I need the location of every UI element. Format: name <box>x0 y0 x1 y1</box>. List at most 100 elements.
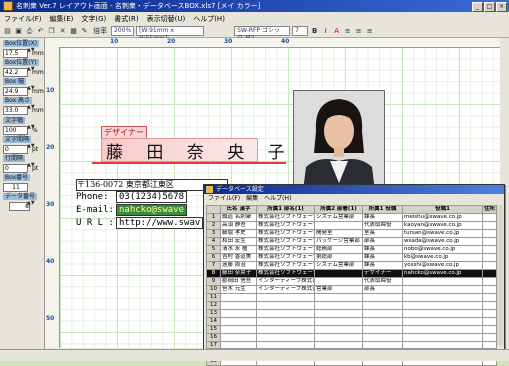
table-cell[interactable]: 課長 <box>362 213 403 222</box>
table-cell[interactable] <box>482 261 497 270</box>
table-cell[interactable]: kaoyan@swave.co.jp <box>402 221 483 230</box>
table-cell[interactable] <box>482 277 497 286</box>
table-cell[interactable] <box>482 221 497 230</box>
table-cell[interactable]: 総務部 <box>314 245 363 254</box>
table-row[interactable]: 10笹木 元生インターディーブ株式会社営業部部長 <box>206 285 497 294</box>
table-cell[interactable] <box>482 213 497 222</box>
table-cell[interactable]: nobo@swave.co.jp <box>402 245 483 254</box>
name-box[interactable]: 藤 田 奈 央 子 <box>101 138 285 163</box>
table-cell[interactable] <box>482 325 497 334</box>
box-width-input[interactable]: 24.9 <box>3 87 28 96</box>
menu-text[interactable]: 文字(G) <box>77 14 110 24</box>
table-row[interactable]: 6 吉村 香道美 株式会社ソフトウェーブ 第総部 課長 kb@swave.co.jp <box>206 253 497 262</box>
close-button[interactable]: × <box>496 2 507 12</box>
table-row[interactable]: 13 <box>206 309 497 318</box>
box-y-input[interactable]: 42.2 <box>3 68 28 77</box>
table-cell[interactable]: 株式会社ソフトウェーブ <box>256 245 315 254</box>
table-cell[interactable] <box>256 293 315 302</box>
table-cell[interactable]: 郡岡田 信吾 <box>220 277 257 286</box>
column-header[interactable] <box>206 205 221 214</box>
column-header[interactable]: 所属1 役職 <box>362 205 403 214</box>
table-cell[interactable] <box>362 293 403 302</box>
table-cell[interactable] <box>482 229 497 238</box>
table-cell[interactable] <box>402 285 483 294</box>
table-cell[interactable]: 藤堀 孝史 <box>220 229 257 238</box>
table-cell[interactable]: 部長 <box>362 237 403 246</box>
save-icon[interactable]: ▣ <box>14 27 23 36</box>
column-header[interactable]: 住所1 E-mail <box>482 205 497 214</box>
table-cell[interactable] <box>362 325 403 334</box>
table-cell[interactable]: 藤田 奈央子 <box>220 269 257 278</box>
table-cell[interactable] <box>314 221 363 230</box>
table-cell[interactable] <box>482 285 497 294</box>
table-cell[interactable] <box>220 317 257 326</box>
table-cell[interactable]: インターディーブ株式会社 <box>256 277 315 286</box>
table-row[interactable]: 8 藤田 奈央子 株式会社ソフトウェーブ デザイナー nahcko@swave.co.j… <box>206 269 497 278</box>
table-cell[interactable] <box>256 333 315 342</box>
table-cell[interactable] <box>482 245 497 254</box>
table-cell[interactable]: 遠藤 周治 <box>220 261 257 270</box>
column-header[interactable]: 所属2 部署(1) <box>314 205 363 214</box>
image-icon[interactable]: ▦ <box>69 27 78 36</box>
dialog-menu-edit[interactable]: 編集 <box>246 194 258 203</box>
table-cell[interactable] <box>482 293 497 302</box>
table-cell[interactable]: 吉村 香道美 <box>220 253 257 262</box>
table-cell[interactable] <box>362 333 403 342</box>
table-cell[interactable]: 課長 <box>362 253 403 262</box>
box-height-input[interactable]: 33.0 <box>3 106 28 115</box>
menu-edit[interactable]: 編集(E) <box>46 14 78 24</box>
table-cell[interactable] <box>482 333 497 342</box>
table-row[interactable]: 9郡岡田 信吾インターディーブ株式会社 代表取締役 <box>206 277 497 286</box>
table-cell[interactable]: デザイナー <box>362 269 403 278</box>
table-cell[interactable] <box>314 277 363 286</box>
line-spacing-spinner[interactable]: ▲▼ <box>27 163 35 171</box>
align-right-icon[interactable]: ≡ <box>365 27 374 36</box>
text-tool-icon[interactable]: ✎ <box>80 27 89 36</box>
table-cell[interactable] <box>256 309 315 318</box>
table-cell[interactable]: kb@swave.co.jp <box>402 253 483 262</box>
table-cell[interactable] <box>256 325 315 334</box>
table-cell[interactable]: 営業部 <box>314 285 363 294</box>
menu-file[interactable]: ファイル(F) <box>0 14 46 24</box>
menu-format[interactable]: 書式(R) <box>110 14 142 24</box>
table-cell[interactable]: wsada@swave.co.jp <box>402 237 483 246</box>
table-cell[interactable] <box>314 333 363 342</box>
table-row[interactable]: 2 高須 静吾 株式会社ソフトウェーブ 代表取締役 kaoyan@swave.co.jp <box>206 221 497 230</box>
bold-icon[interactable]: B <box>310 27 319 36</box>
table-cell[interactable] <box>362 317 403 326</box>
column-header[interactable]: 役職1 <box>402 205 483 214</box>
table-cell[interactable]: 和田 宏生 <box>220 237 257 246</box>
table-cell[interactable]: 高須 静吾 <box>220 221 257 230</box>
line-spacing-input[interactable]: 0 <box>3 164 28 173</box>
box-width-spinner[interactable]: ▲▼ <box>27 86 35 94</box>
box-x-input[interactable]: 17.5 <box>3 49 28 58</box>
table-cell[interactable] <box>402 293 483 302</box>
undo-icon[interactable]: ↶ <box>36 27 45 36</box>
table-cell[interactable] <box>362 309 403 318</box>
table-row[interactable]: 4 和田 宏生 株式会社ソフトウェーブ パッケージ営業部 部長 wsada@swave.c… <box>206 237 497 246</box>
table-row[interactable]: 7 遠藤 周治 株式会社ソフトウェーブ システム営業部 課長 yosshi@swave.c… <box>206 261 497 270</box>
table-cell[interactable]: 部長 <box>362 285 403 294</box>
table-cell[interactable]: 清水 永 檀 <box>220 245 257 254</box>
table-cell[interactable]: 開発室 <box>314 229 363 238</box>
table-row[interactable]: 12 <box>206 301 497 310</box>
table-cell[interactable]: 株式会社ソフトウェーブ <box>256 237 315 246</box>
table-cell[interactable] <box>362 301 403 310</box>
table-cell[interactable]: インターディーブ株式会社 <box>256 285 315 294</box>
italic-icon[interactable]: I <box>321 27 330 36</box>
table-row[interactable]: 15 <box>206 325 497 334</box>
table-cell[interactable] <box>314 325 363 334</box>
table-cell[interactable]: 株式会社ソフトウェーブ <box>256 221 315 230</box>
table-cell[interactable] <box>402 333 483 342</box>
column-header[interactable]: 氏名 漢字 <box>220 205 257 214</box>
table-cell[interactable]: システム営業部 <box>314 261 363 270</box>
table-cell[interactable]: システム営業部 <box>314 213 363 222</box>
table-row[interactable]: 11 <box>206 293 497 302</box>
table-cell[interactable]: yosshi@swave.co.jp <box>402 261 483 270</box>
table-cell[interactable] <box>256 301 315 310</box>
table-cell[interactable] <box>220 301 257 310</box>
box-x-spinner[interactable]: ▲▼ <box>27 48 35 56</box>
zoom-select[interactable]: 200% <box>111 26 135 36</box>
table-cell[interactable]: 株式会社ソフトウェーブ <box>256 253 315 262</box>
table-cell[interactable]: 株式会社ソフトウェーブ <box>256 229 315 238</box>
